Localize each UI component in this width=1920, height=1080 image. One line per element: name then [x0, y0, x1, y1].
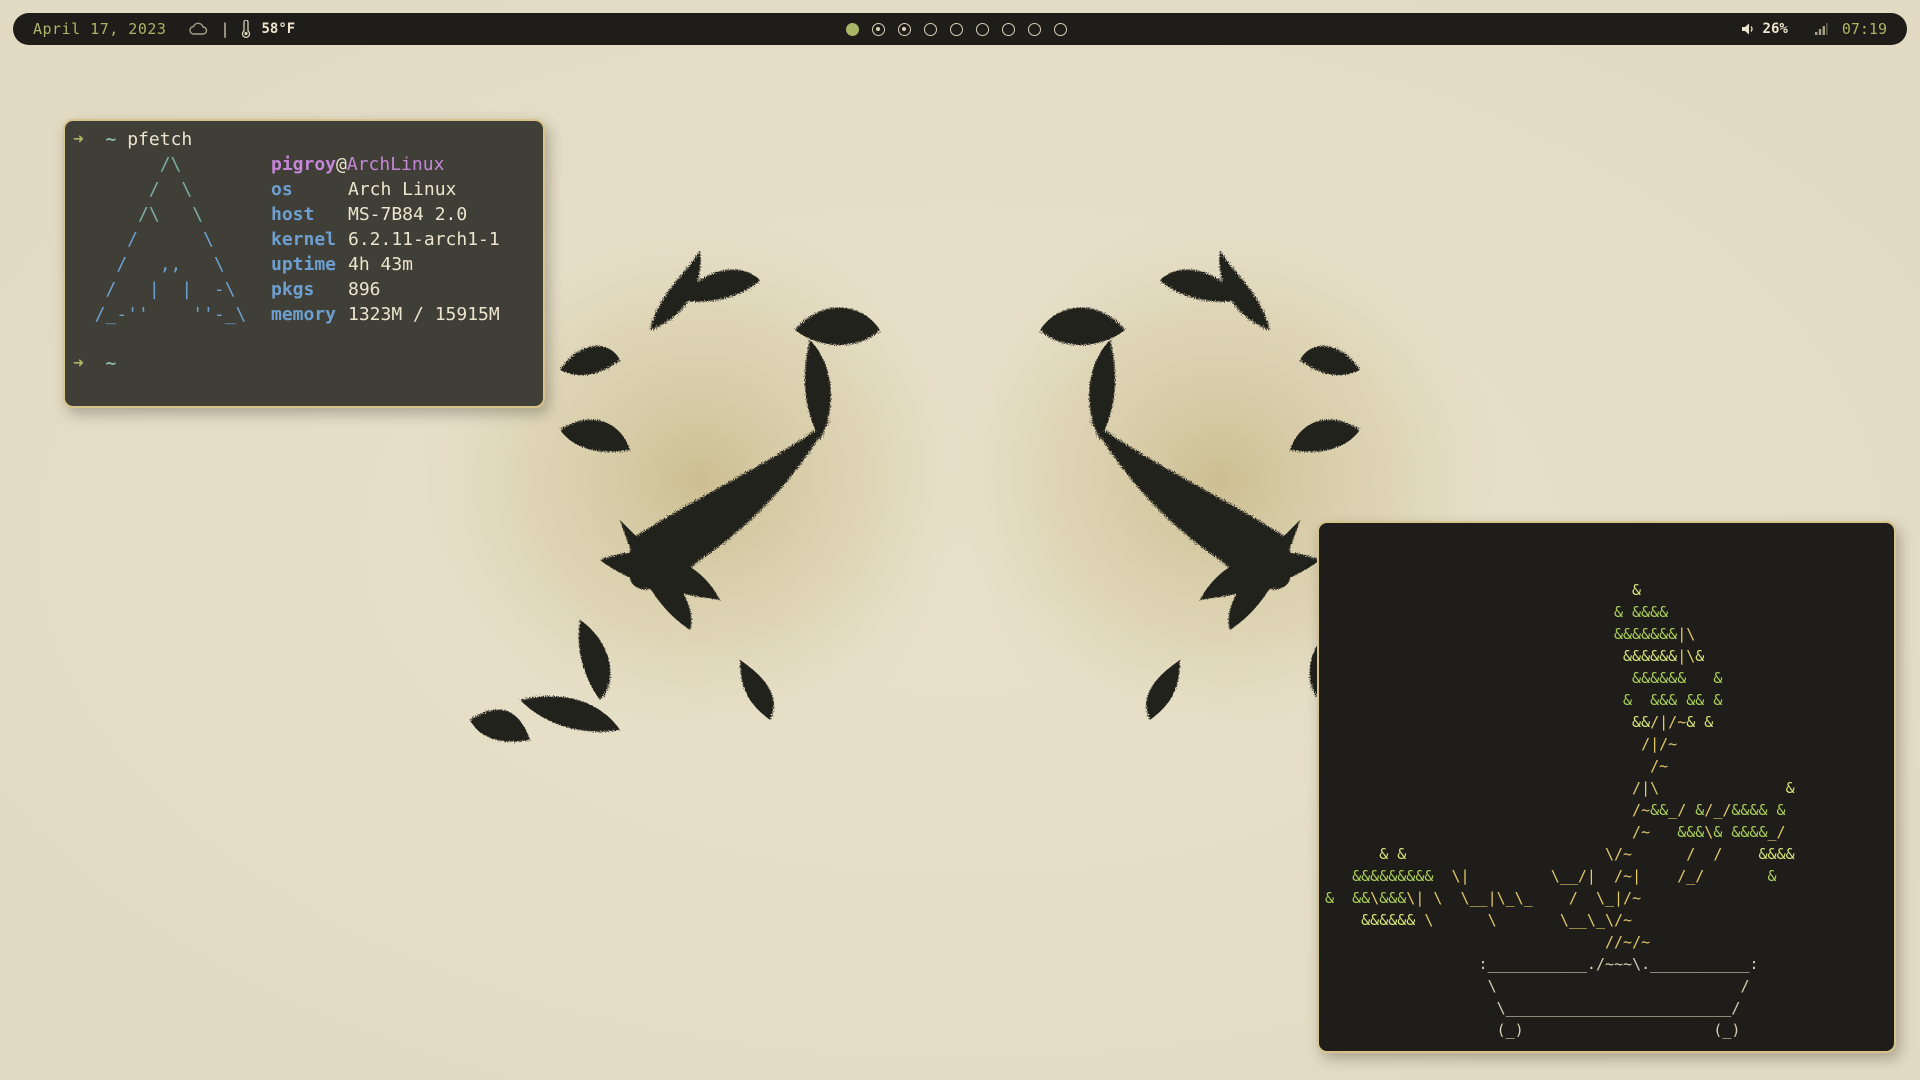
bonsai-line: /~ &&&\& &&&&_/: [1632, 823, 1786, 841]
top-status-bar: April 17, 2023 | 58°F 26% 07:19: [13, 13, 1907, 45]
bonsai-line: :___________./~~~\.___________:: [1478, 955, 1759, 973]
info-row-memory: memory 1323M / 15915M: [271, 302, 500, 327]
workspace-2[interactable]: [872, 22, 885, 36]
speaker-icon[interactable]: [1741, 22, 1755, 36]
workspace-4[interactable]: [924, 22, 937, 36]
info-row-os: os Arch Linux: [271, 177, 456, 202]
arch-logo-line: / ,, \: [73, 254, 225, 275]
bonsai-line: &: [1632, 581, 1642, 599]
bonsai-line: & &&\&&&\| \ \__|\_\_ / \_|/~: [1325, 889, 1642, 907]
date-label[interactable]: April 17, 2023: [33, 20, 166, 38]
bonsai-line: /~&&_/ &/_/&&&& &: [1632, 801, 1786, 819]
info-key: kernel: [271, 229, 337, 250]
bonsai-line: /|\ &: [1632, 779, 1795, 797]
info-key: pkgs: [271, 279, 315, 300]
bonsai-line: & & \/~ / / &&&&: [1379, 845, 1795, 863]
prompt-directory: ~: [105, 353, 117, 374]
bonsai-line: &&&&&&|\&: [1623, 647, 1705, 665]
prompt-line: ➜ ~ pfetch: [73, 127, 192, 152]
hostname: ArchLinux: [346, 154, 445, 175]
thermometer-icon: [241, 20, 251, 38]
bonsai-line: &&&&&& \ \ \__\_\/~: [1361, 911, 1633, 929]
prompt-arrow: ➜: [73, 129, 84, 150]
pfetch-terminal-window[interactable]: ➜ ~ pfetch /\ / \ /\ \ / \ / ,, \ / | | …: [63, 119, 545, 408]
workspace-8[interactable]: [1028, 22, 1041, 36]
bonsai-ascii-art: & & &&&& &&&&&&&|\ &&&&&&|\& &&&&&& & &: [1325, 579, 1795, 1041]
info-row-pkgs: pkgs 896: [271, 277, 381, 302]
info-value: 896: [348, 279, 381, 300]
separator: |: [220, 20, 230, 38]
clock-label[interactable]: 07:19: [1842, 20, 1887, 38]
bonsai-line: /~: [1650, 757, 1669, 775]
prompt-arrow: ➜: [73, 353, 84, 374]
info-value: Arch Linux: [348, 179, 457, 200]
arch-logo-line: / | | -\: [73, 279, 236, 300]
info-row-uptime: uptime 4h 43m: [271, 252, 413, 277]
bonsai-terminal-window[interactable]: & & &&&& &&&&&&&|\ &&&&&&|\& &&&&&& & &: [1317, 521, 1896, 1053]
bonsai-line: (_) (_): [1496, 1021, 1741, 1039]
workspace-6[interactable]: [976, 22, 989, 36]
workspace-5[interactable]: [950, 22, 963, 36]
at-sign: @: [336, 154, 347, 175]
username: pigroy: [271, 154, 337, 175]
bonsai-line: &&&&&& &: [1632, 669, 1723, 687]
bonsai-line: & &&&&: [1613, 603, 1669, 621]
bonsai-line: //~/~: [1604, 933, 1651, 951]
cloud-icon: [188, 22, 208, 36]
info-value: 4h 43m: [348, 254, 414, 275]
info-row-host: host MS-7B84 2.0: [271, 202, 467, 227]
arch-logo-line: /_-'' ''-_\: [73, 304, 247, 325]
info-key: os: [271, 179, 293, 200]
user-host-line: pigroy@ArchLinux: [271, 152, 444, 177]
bonsai-line: &&&&&&&&& \| \__/| /~| /_/ &: [1352, 867, 1777, 885]
temperature-label: 58°F: [261, 21, 296, 37]
info-row-kernel: kernel 6.2.11-arch1-1: [271, 227, 500, 252]
signal-icon[interactable]: [1814, 22, 1828, 36]
workspace-7[interactable]: [1002, 22, 1015, 36]
volume-label[interactable]: 26%: [1763, 21, 1788, 37]
command-text: pfetch: [127, 129, 193, 150]
workspace-9[interactable]: [1054, 22, 1067, 36]
info-key: host: [271, 204, 315, 225]
arch-logo-line: / \: [73, 229, 214, 250]
workspace-indicators: [846, 13, 1067, 45]
bonsai-line: \_________________________/: [1496, 999, 1741, 1017]
arch-logo-line: /\: [73, 154, 182, 175]
second-prompt-line: ➜ ~: [73, 351, 116, 376]
workspace-1[interactable]: [846, 22, 859, 36]
arch-logo-line: / \: [73, 179, 193, 200]
info-key: memory: [271, 304, 337, 325]
arch-logo-line: /\ \: [73, 204, 204, 225]
prompt-directory: ~: [105, 129, 117, 150]
bonsai-line: &&/|/~& &: [1632, 713, 1714, 731]
info-key: uptime: [271, 254, 337, 275]
workspace-3[interactable]: [898, 22, 911, 36]
bonsai-line: \ /: [1487, 977, 1750, 995]
info-value: 1323M / 15915M: [348, 304, 500, 325]
info-value: 6.2.11-arch1-1: [348, 229, 500, 250]
bonsai-line: &&&&&&&|\: [1613, 625, 1696, 643]
info-value: MS-7B84 2.0: [348, 204, 468, 225]
bonsai-line: & &&& && &: [1623, 691, 1723, 709]
bonsai-line: /|/~: [1641, 735, 1678, 753]
